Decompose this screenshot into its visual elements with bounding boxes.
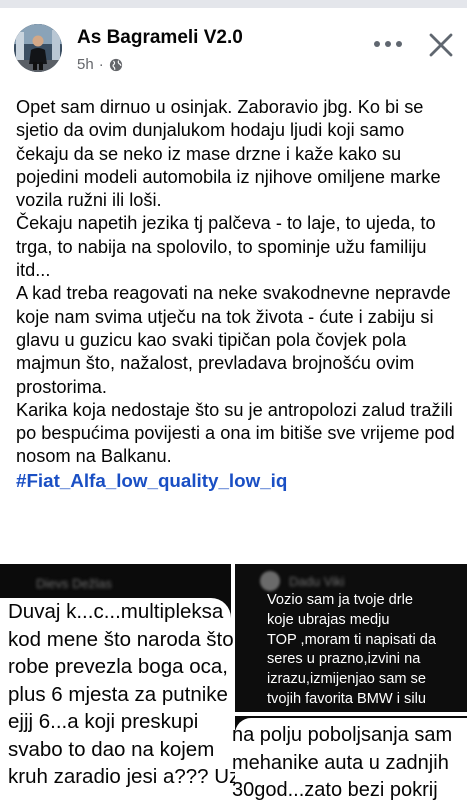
blurred-commenter-name: Dievs Dežlas bbox=[36, 576, 112, 591]
comment-line: izrazu,izmijenjao sam se bbox=[267, 671, 426, 688]
post-author-name[interactable]: As Bagrameli V2.0 bbox=[77, 27, 243, 49]
comment-line: plus 6 mjesta za putnike bbox=[8, 682, 228, 706]
post-body: Opet sam dirnuo u osinjak. Zaboravio jbg… bbox=[16, 96, 456, 492]
comment-line: Vozio sam ja tvoje drle bbox=[267, 592, 414, 608]
post-hashtag[interactable]: #Fiat_Alfa_low_quality_low_iq bbox=[16, 469, 456, 492]
comment-line: robe prevezla boga oca, bbox=[8, 655, 228, 678]
comment-line: kod mene što naroda što bbox=[8, 627, 234, 651]
post-meta: 5h · bbox=[77, 56, 123, 73]
comment-line: ejjj 6...a koji preskupi bbox=[8, 710, 199, 733]
post-paragraph: Čekaju napetih jezika tj palčeva - to la… bbox=[16, 213, 436, 281]
globe-icon bbox=[109, 58, 123, 72]
avatar-photo bbox=[14, 24, 62, 72]
post-paragraph: A kad treba reagovati na neke svakodnevn… bbox=[16, 283, 451, 397]
comment-line: seres u prazno,izvini na bbox=[267, 651, 421, 668]
comment-text-right-top: Vozio sam ja tvoje drle koje ubrajas med… bbox=[267, 591, 436, 710]
comment-text-left: Duvaj k...c...multipleksa kod mene što n… bbox=[8, 598, 248, 791]
author-avatar[interactable] bbox=[14, 24, 62, 72]
comment-line: svabo to dao na kojem bbox=[8, 737, 215, 761]
blurred-commenter-name: Dadu Viki bbox=[289, 574, 345, 589]
comment-text-right-bottom: na polju poboljsanja sam mehanike auta u… bbox=[232, 722, 452, 805]
commenter-avatar bbox=[260, 571, 280, 591]
comment-line: TOP ,moram ti napisati da bbox=[267, 631, 436, 648]
comment-line: 30god...zato bezi pokrij bbox=[232, 779, 438, 801]
post-paragraph: Karika koja nedostaje što su je antropol… bbox=[16, 399, 455, 467]
post-time[interactable]: 5h bbox=[77, 56, 94, 73]
post-paragraph: Opet sam dirnuo u osinjak. Zaboravio jbg… bbox=[16, 97, 441, 211]
top-divider bbox=[0, 0, 467, 8]
comment-line: na polju poboljsanja sam bbox=[232, 724, 453, 746]
meta-separator: · bbox=[98, 56, 104, 73]
comment-line: kruh zaradio jesi a??? Uz bbox=[8, 765, 240, 788]
comment-line: tvojih favorita BMW i silu bbox=[267, 690, 426, 707]
comment-line: koje ubrajas medju bbox=[267, 611, 390, 628]
comment-line: Duvaj k...c...multipleksa bbox=[8, 600, 224, 623]
comment-line: mehanike auta u zadnjih bbox=[232, 751, 449, 774]
close-icon[interactable] bbox=[424, 28, 458, 62]
more-options-icon[interactable] bbox=[372, 30, 404, 58]
